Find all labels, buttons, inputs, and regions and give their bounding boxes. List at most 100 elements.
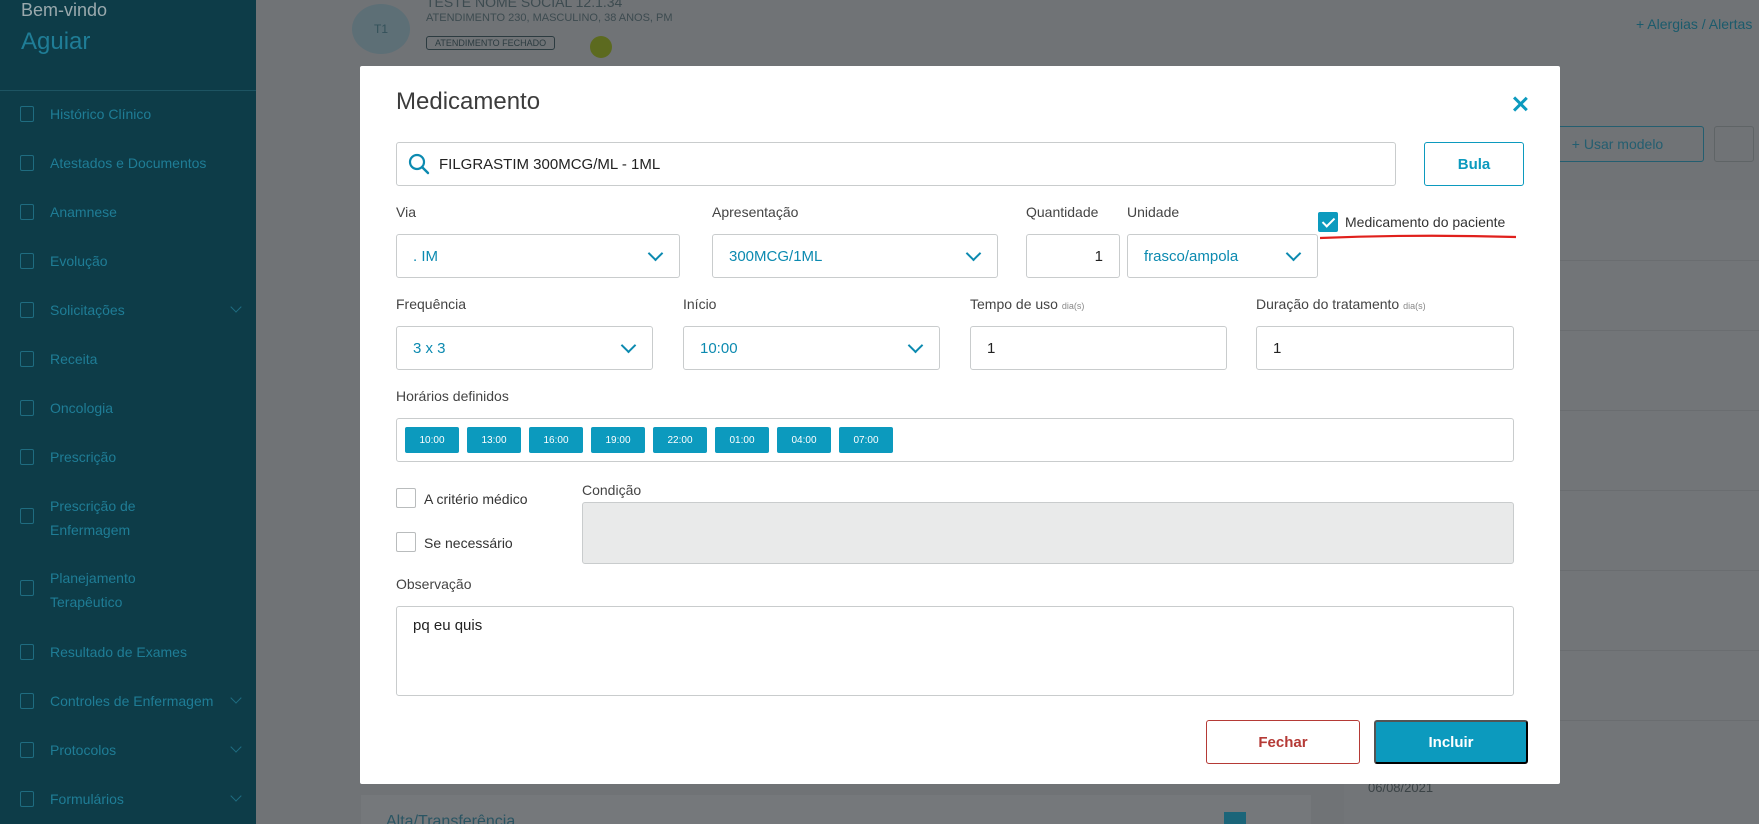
time-chip[interactable]: 07:00: [839, 427, 893, 453]
tempo-uso-label: Tempo de uso dia(s): [970, 296, 1085, 312]
history-icon: [20, 106, 34, 122]
sidebar-item-solicitacoes[interactable]: Solicitações: [20, 299, 242, 321]
patient-name: TESTE NOME SOCIAL 12.1.34: [426, 0, 623, 10]
quantidade-field[interactable]: 1: [1026, 234, 1120, 278]
via-select[interactable]: . IM: [396, 234, 680, 278]
avatar: T1: [352, 4, 410, 54]
list-icon: [20, 791, 34, 807]
sidebar-item-label: Prescrição de Enfermagem: [50, 498, 136, 538]
chevron-down-icon: [907, 337, 924, 354]
patient-info: ATENDIMENTO 230, MASCULINO, 38 ANOS, PM: [426, 12, 673, 24]
sidebar-item-protocolos[interactable]: Protocolos: [20, 739, 242, 761]
patient-medication-checkbox[interactable]: [1318, 212, 1338, 232]
unidade-value: frasco/ampola: [1144, 247, 1239, 265]
sidebar-item-label: Histórico Clínico: [50, 106, 152, 122]
chevron-down-icon: [230, 301, 242, 313]
patient-medication-label: Medicamento do paciente: [1345, 214, 1506, 230]
medication-modal: Medicamento Bula Via . IM Apresentação 3…: [360, 66, 1560, 784]
sidebar-item-label: Anamnese: [50, 204, 117, 220]
via-label: Via: [396, 204, 416, 220]
sidebar-item-atestados[interactable]: Atestados e Documentos: [20, 152, 240, 174]
sidebar-item-resultado-exames[interactable]: Resultado de Exames: [20, 641, 240, 663]
sidebar-item-controles[interactable]: Controles de Enfermagem: [20, 690, 242, 712]
time-chip[interactable]: 04:00: [777, 427, 831, 453]
clipboard-icon: [20, 693, 34, 709]
chevron-down-icon: [620, 337, 637, 354]
sidebar-item-label: Formulários: [50, 791, 124, 807]
status-badge: ATENDIMENTO FECHADO: [426, 36, 556, 50]
clipboard-icon: [20, 742, 34, 758]
frequencia-label: Frequência: [396, 296, 467, 312]
time-chip[interactable]: 13:00: [467, 427, 521, 453]
document-icon: [20, 400, 34, 416]
condicao-field: [582, 502, 1514, 564]
chevron-down-icon: [965, 245, 982, 262]
document-icon: [20, 351, 34, 367]
bula-button[interactable]: Bula: [1424, 142, 1524, 186]
sidebar-item-label: Controles de Enfermagem: [50, 693, 214, 709]
section-title: Alta/Transferência: [386, 813, 516, 824]
medication-search[interactable]: [396, 142, 1396, 186]
document-icon: [20, 644, 34, 660]
sidebar-item-receita[interactable]: Receita: [20, 348, 240, 370]
sidebar-item-label: Planejamento Terapêutico: [50, 570, 136, 610]
search-icon: [408, 153, 430, 175]
allergies-link[interactable]: + Alergias / Alertas: [1636, 16, 1752, 32]
sidebar-item-oncologia[interactable]: Oncologia: [20, 397, 240, 419]
document-icon: [20, 155, 34, 171]
welcome-text: Bem-vindo: [21, 0, 108, 20]
observacao-textarea[interactable]: pq eu quis: [396, 606, 1514, 696]
time-chip[interactable]: 19:00: [591, 427, 645, 453]
via-value: . IM: [413, 247, 438, 265]
section-alta[interactable]: Alta/Transferência: [361, 795, 1311, 824]
apresentacao-value: 300MCG/1ML: [729, 247, 823, 265]
search-input[interactable]: [439, 155, 1339, 173]
unidade-select[interactable]: frasco/ampola: [1127, 234, 1318, 278]
clipboard-icon: [20, 302, 34, 318]
document-icon: [20, 449, 34, 465]
close-icon[interactable]: [1506, 90, 1534, 118]
criterio-medico-checkbox[interactable]: [396, 488, 416, 508]
frequencia-select[interactable]: 3 x 3: [396, 326, 653, 370]
sidebar-item-label: Evolução: [50, 253, 108, 269]
time-chip[interactable]: 01:00: [715, 427, 769, 453]
include-button[interactable]: Incluir: [1374, 720, 1528, 764]
apresentacao-label: Apresentação: [712, 204, 799, 220]
sidebar-item-prescricao[interactable]: Prescrição: [20, 446, 240, 468]
inicio-label: Início: [683, 296, 717, 312]
condicao-label: Condição: [582, 482, 642, 498]
frequencia-value: 3 x 3: [413, 339, 446, 357]
pencil-icon: [20, 204, 34, 220]
inicio-select[interactable]: 10:00: [683, 326, 940, 370]
horarios-label: Horários definidos: [396, 388, 509, 404]
trash-button[interactable]: [1714, 126, 1754, 162]
add-icon[interactable]: [1224, 812, 1246, 824]
sidebar-item-evolucao[interactable]: Evolução: [20, 250, 240, 272]
tempo-uso-field[interactable]: 1: [970, 326, 1227, 370]
sidebar-item-anamnese[interactable]: Anamnese: [20, 201, 240, 223]
sidebar-item-label: Oncologia: [50, 400, 114, 416]
duracao-field[interactable]: 1: [1256, 326, 1514, 370]
apresentacao-select[interactable]: 300MCG/1ML: [712, 234, 998, 278]
status-icon: [590, 36, 612, 58]
sidebar-item-prescricao-enfermagem[interactable]: Prescrição de Enfermagem: [20, 494, 240, 544]
sidebar-item-historico[interactable]: Histórico Clínico: [20, 103, 240, 125]
sidebar-divider: [0, 90, 256, 91]
observacao-label: Observação: [396, 576, 472, 592]
sidebar-item-formularios[interactable]: Formulários: [20, 788, 242, 810]
chevron-down-icon: [230, 692, 242, 704]
duracao-label: Duração do tratamento dia(s): [1256, 296, 1426, 312]
close-button[interactable]: Fechar: [1206, 720, 1360, 764]
document-icon: [20, 580, 34, 596]
sidebar-item-label: Solicitações: [50, 302, 125, 318]
sidebar-item-planejamento[interactable]: Planejamento Terapêutico: [20, 566, 240, 616]
time-chip[interactable]: 22:00: [653, 427, 707, 453]
annotation-underline: [1319, 234, 1517, 240]
se-necessario-checkbox[interactable]: [396, 532, 416, 552]
document-icon: [20, 508, 34, 524]
time-chip[interactable]: 16:00: [529, 427, 583, 453]
unidade-label: Unidade: [1127, 204, 1180, 220]
sidebar-item-label: Prescrição: [50, 449, 117, 465]
time-chip[interactable]: 10:00: [405, 427, 459, 453]
horarios-container: 10:00 13:00 16:00 19:00 22:00 01:00 04:0…: [396, 418, 1514, 462]
